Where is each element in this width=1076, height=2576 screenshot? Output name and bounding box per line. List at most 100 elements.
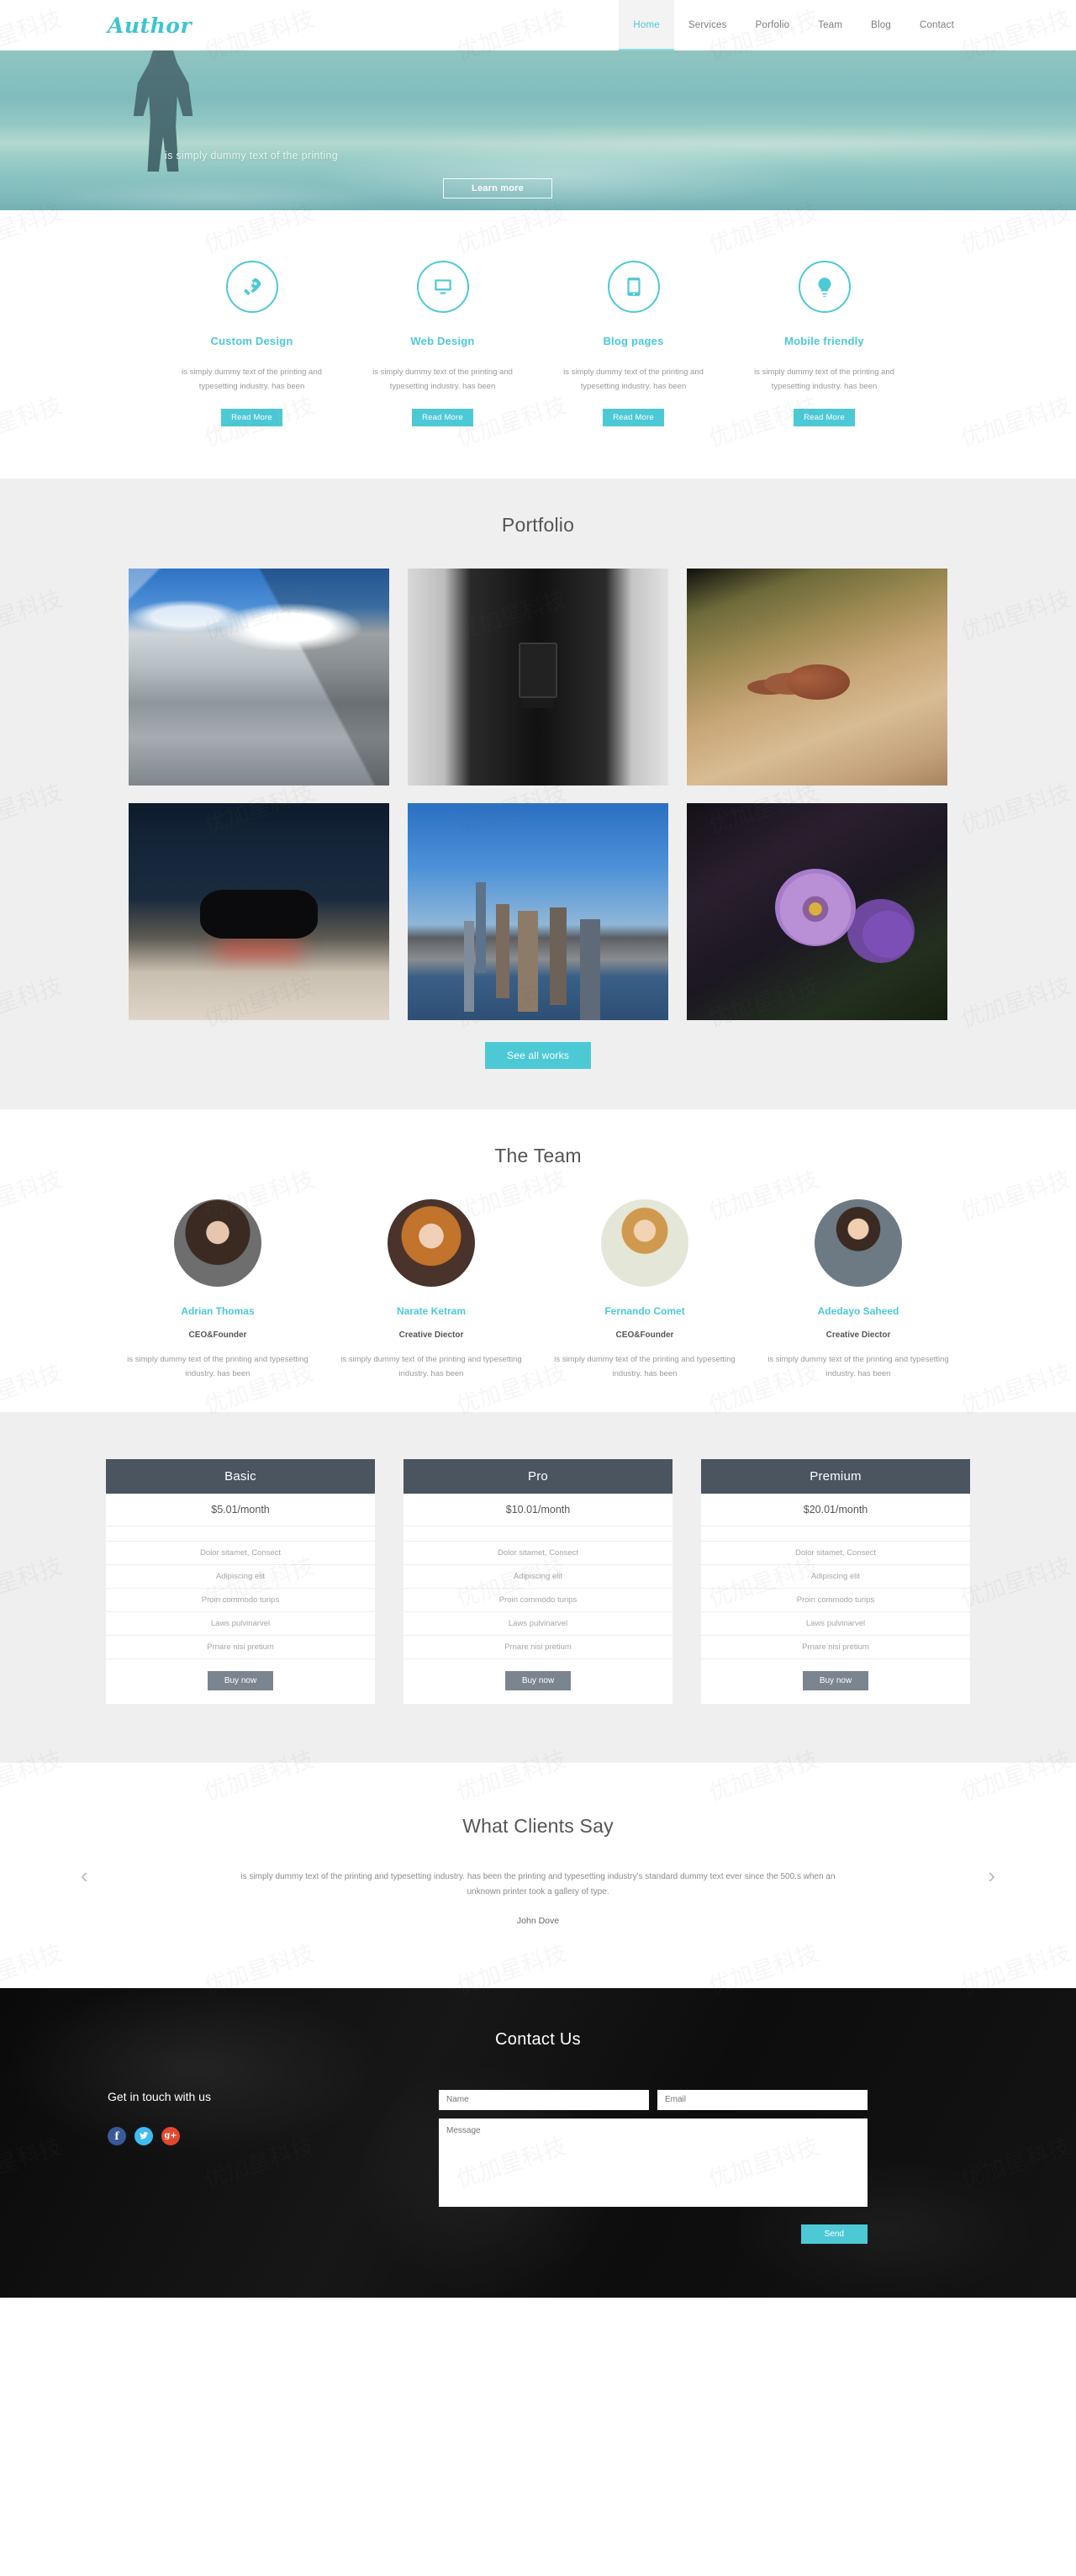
portfolio-item-photographer[interactable]: [408, 569, 668, 786]
nav-item-home[interactable]: Home: [619, 0, 675, 50]
plan-spacer: [106, 1526, 375, 1542]
portfolio-item-acorns[interactable]: [687, 569, 947, 786]
plan-spacer: [404, 1526, 672, 1542]
contact-title: Contact Us: [495, 2029, 581, 2049]
service-description: is simply dummy text of the printing and…: [372, 368, 513, 391]
twitter-icon[interactable]: [134, 2126, 153, 2145]
testimonials-title: What Clients Say: [462, 1814, 614, 1837]
team-member-name: Adedayo Saheed: [817, 1305, 899, 1318]
avatar: [388, 1199, 475, 1288]
contact-section: Contact Us Get in touch with us f g+ Nam…: [0, 1987, 1076, 2298]
read-more-button[interactable]: Read More: [603, 409, 664, 427]
monitor-icon: [416, 261, 469, 313]
team-member-bio: is simply dummy text of the printing and…: [554, 1355, 736, 1378]
team-section: The Team Adrian Thomas CEO&Founder is si…: [0, 1109, 1076, 1412]
see-all-works-button[interactable]: See all works: [485, 1042, 591, 1070]
lightbulb-icon: [798, 261, 851, 313]
plan-name: Premium: [701, 1458, 970, 1494]
plan-footer: Buy now: [106, 1659, 375, 1704]
plan-feature: Proin commodo turips: [404, 1589, 672, 1612]
nav-item-porfolio[interactable]: Porfolio: [741, 0, 804, 50]
avatar: [815, 1199, 902, 1288]
plan-feature: Adipiscing elit: [701, 1565, 970, 1589]
pricing-row: Basic $5.01/month Dolor sitamet, Consect…: [0, 1458, 1076, 1704]
service-card-web-design: Web Design is simply dummy text of the p…: [347, 261, 538, 427]
mobile-icon: [607, 261, 660, 313]
google-plus-icon[interactable]: g+: [161, 2126, 180, 2145]
social-links: f g+: [108, 2126, 439, 2145]
team-member-card: Adedayo Saheed Creative Diector is simpl…: [752, 1199, 965, 1381]
plan-feature: Prnare nisi pretium: [404, 1636, 672, 1659]
contact-form: Send: [439, 2089, 968, 2244]
team-members-row: Adrian Thomas CEO&Founder is simply dumm…: [0, 1199, 1076, 1381]
services-section: Custom Design is simply dummy text of th…: [0, 210, 1076, 479]
read-more-button[interactable]: Read More: [221, 409, 282, 427]
team-member-role: CEO&Founder: [615, 1330, 674, 1341]
nav-item-services[interactable]: Services: [674, 0, 741, 50]
learn-more-button[interactable]: Learn more: [443, 178, 552, 198]
contact-columns: Get in touch with us f g+ Name Email Mes…: [108, 2089, 968, 2244]
portfolio-item-game-controller[interactable]: [129, 803, 389, 1021]
team-member-role: Creative Diector: [825, 1330, 891, 1341]
pricing-card-pro: Pro $10.01/month Dolor sitamet, Consect …: [404, 1458, 672, 1704]
buy-now-button[interactable]: Buy now: [802, 1670, 869, 1690]
nav-item-contact[interactable]: Contact: [905, 0, 968, 50]
plan-feature: Laws pulvinarvel: [701, 1612, 970, 1636]
team-member-card: Adrian Thomas CEO&Founder is simply dumm…: [111, 1199, 324, 1381]
name-input[interactable]: [439, 2089, 649, 2110]
main-navigation: Home Services Porfolio Team Blog Contact: [619, 0, 968, 50]
plan-feature: Dolor sitamet, Consect: [404, 1542, 672, 1565]
email-input[interactable]: [657, 2089, 868, 2110]
carousel-next-icon[interactable]: ›: [988, 1865, 995, 1886]
portfolio-grid: [0, 569, 1076, 1021]
service-description: is simply dummy text of the printing and…: [182, 368, 322, 391]
see-all-works-wrapper: See all works: [0, 1042, 1076, 1070]
service-card-custom-design: Custom Design is simply dummy text of th…: [156, 261, 347, 427]
team-member-name: Narate Ketram: [396, 1305, 467, 1318]
avatar: [601, 1199, 688, 1288]
service-title: Mobile friendly: [784, 335, 864, 347]
team-member-bio: is simply dummy text of the printing and…: [340, 1355, 522, 1378]
testimonial-quote: is simply dummy text of the printing and…: [240, 1871, 836, 1897]
site-logo[interactable]: Author: [108, 15, 192, 36]
hero-tagline: is simply dummy text of the printing: [165, 150, 339, 161]
portfolio-item-city-skyline[interactable]: [408, 803, 668, 1021]
buy-now-button[interactable]: Buy now: [207, 1670, 274, 1690]
contact-inner: Contact Us Get in touch with us f g+ Nam…: [108, 2030, 968, 2244]
plan-name: Basic: [106, 1458, 375, 1494]
plan-price: $10.01/month: [404, 1494, 672, 1526]
plan-feature: Prnare nisi pretium: [701, 1636, 970, 1659]
send-button[interactable]: Send: [800, 2224, 868, 2244]
portfolio-item-snowy-mountains[interactable]: [129, 569, 389, 786]
testimonial-author: John Dove: [516, 1915, 560, 1926]
plan-feature: Proin commodo turips: [106, 1589, 375, 1612]
plan-footer: Buy now: [404, 1659, 672, 1704]
service-description: is simply dummy text of the printing and…: [754, 368, 894, 391]
plan-feature: Dolor sitamet, Consect: [701, 1542, 970, 1565]
plan-price: $20.01/month: [701, 1494, 970, 1526]
service-title: Web Design: [410, 335, 475, 347]
team-member-bio: is simply dummy text of the printing and…: [767, 1355, 949, 1378]
nav-item-blog[interactable]: Blog: [857, 0, 905, 50]
message-textarea[interactable]: [439, 2118, 868, 2207]
read-more-button[interactable]: Read More: [794, 409, 855, 427]
team-member-role: Creative Diector: [398, 1330, 464, 1341]
portfolio-item-purple-flowers[interactable]: [687, 803, 947, 1021]
facebook-icon[interactable]: f: [108, 2126, 126, 2145]
nav-item-team[interactable]: Team: [804, 0, 857, 50]
plan-name: Pro: [404, 1458, 672, 1494]
service-card-mobile-friendly: Mobile friendly is simply dummy text of …: [729, 261, 920, 427]
contact-form-row: [439, 2089, 968, 2110]
carousel-prev-icon[interactable]: ‹: [81, 1865, 88, 1886]
team-member-role: CEO&Founder: [188, 1330, 247, 1341]
plan-price: $5.01/month: [106, 1494, 375, 1526]
plan-feature: Prnare nisi pretium: [106, 1636, 375, 1659]
buy-now-button[interactable]: Buy now: [504, 1670, 572, 1690]
plan-footer: Buy now: [701, 1659, 970, 1704]
team-member-name: Adrian Thomas: [181, 1305, 255, 1318]
team-member-name: Fernando Comet: [604, 1305, 685, 1318]
service-title: Custom Design: [210, 335, 293, 347]
pricing-card-basic: Basic $5.01/month Dolor sitamet, Consect…: [106, 1458, 375, 1704]
read-more-button[interactable]: Read More: [412, 409, 473, 427]
testimonial-content: is simply dummy text of the printing and…: [235, 1870, 841, 1926]
